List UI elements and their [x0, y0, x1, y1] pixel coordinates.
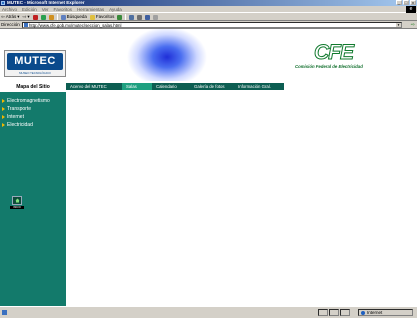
standard-toolbar: ⇦ Atrás ▾ ⇨ ▾ Búsqueda Favoritos — [0, 13, 417, 21]
house-icon — [15, 198, 20, 203]
nav-galeria[interactable]: Galería de fotos — [190, 83, 234, 90]
menu-archivo[interactable]: Archivo — [2, 6, 17, 13]
security-zone: Internet — [358, 309, 413, 316]
mutec-logo-subtitle: MUSEO TECNOLÓGICO — [19, 71, 51, 75]
status-pane — [318, 309, 328, 316]
sidebar-item-label: Transporte — [7, 106, 31, 112]
favorites-label: Favoritos — [95, 14, 115, 19]
address-input[interactable]: http://www.cfe.gob.mx/mutec/seccion_sala… — [22, 22, 402, 28]
home-icon[interactable] — [48, 14, 54, 20]
search-button[interactable]: Búsqueda — [60, 13, 87, 21]
ie-throbber-icon: e — [406, 6, 416, 13]
back-label: Atrás — [5, 14, 17, 19]
address-bar: Dirección http://www.cfe.gob.mx/mutec/se… — [0, 21, 417, 29]
cfe-logo: CFE Comisión Federal de Electricidad — [295, 41, 366, 70]
address-label: Dirección — [1, 22, 20, 27]
sidebar: Electromagnetismo Transporte Internet El… — [0, 92, 66, 306]
forward-button[interactable]: ⇨ ▾ — [23, 13, 30, 21]
nav-informacion[interactable]: Información Gral. — [234, 83, 284, 90]
go-button[interactable]: ⇨ — [411, 22, 415, 28]
back-arrow-icon: ⇦ — [1, 14, 5, 19]
globe-icon — [361, 310, 365, 315]
zone-label: Internet — [367, 310, 383, 315]
page-icon — [24, 23, 28, 27]
edit-icon[interactable] — [145, 14, 151, 20]
mail-icon[interactable] — [129, 14, 135, 20]
cfe-name: Comisión Federal de Electricidad — [295, 64, 363, 69]
sidebar-item-electromagnetismo[interactable]: Electromagnetismo — [2, 98, 50, 104]
favorites-icon — [89, 14, 95, 20]
address-dropdown-icon[interactable]: ▾ — [396, 23, 401, 27]
mutec-logo-text: MUTEC — [7, 53, 63, 70]
menu-bar: Archivo Edición Ver Favoritos Herramient… — [0, 6, 417, 13]
sidebar-item-transporte[interactable]: Transporte — [2, 106, 31, 112]
home-button[interactable] — [12, 196, 22, 205]
cfe-logo-letters: CFE — [314, 41, 355, 64]
maximize-button[interactable]: □ — [403, 0, 409, 5]
menu-favoritos[interactable]: Favoritos — [54, 6, 73, 13]
history-icon[interactable] — [117, 14, 123, 20]
arrow-right-icon — [2, 99, 5, 103]
discuss-icon[interactable] — [153, 14, 159, 20]
refresh-icon[interactable] — [40, 14, 46, 20]
page-status-icon — [2, 310, 7, 315]
arrow-right-icon — [2, 115, 5, 119]
back-button[interactable]: ⇦ Atrás ▾ — [1, 13, 20, 21]
menu-edicion[interactable]: Edición — [22, 6, 37, 13]
forward-arrow-icon: ⇨ — [22, 14, 27, 19]
status-panes — [318, 309, 350, 316]
sidebar-item-electricidad[interactable]: Electricidad — [2, 122, 33, 128]
sidebar-item-label: Electricidad — [7, 122, 33, 128]
chevron-down-icon: ▾ — [27, 14, 30, 19]
status-pane — [340, 309, 350, 316]
menu-ayuda[interactable]: Ayuda — [109, 6, 122, 13]
nav-salas[interactable]: Salas — [122, 83, 152, 90]
status-bar: Internet — [0, 306, 417, 318]
toolbar-separator — [125, 14, 127, 20]
search-icon — [60, 14, 66, 20]
print-icon[interactable] — [137, 14, 143, 20]
sidebar-item-internet[interactable]: Internet — [2, 114, 24, 120]
status-pane — [329, 309, 339, 316]
stop-icon[interactable] — [32, 14, 38, 20]
favorites-button[interactable]: Favoritos — [89, 13, 115, 21]
menu-ver[interactable]: Ver — [42, 6, 49, 13]
nav-acervo[interactable]: Acervo del MUTEC — [66, 83, 122, 90]
close-button[interactable]: x — [410, 0, 416, 5]
sidebar-item-label: Electromagnetismo — [7, 98, 50, 104]
menu-herramientas[interactable]: Herramientas — [77, 6, 104, 13]
site-map-title: Mapa del Sitio — [0, 83, 66, 92]
nav-calendario[interactable]: Calendario — [152, 83, 190, 90]
web-page: MUTEC MUSEO TECNOLÓGICO CFE Comisión Fed… — [0, 29, 417, 306]
arrow-right-icon — [2, 123, 5, 127]
ie-window-icon — [1, 1, 5, 5]
banner-graphic — [72, 29, 284, 81]
toolbar-separator — [56, 14, 58, 20]
mutec-logo[interactable]: MUTEC MUSEO TECNOLÓGICO — [4, 50, 66, 77]
arrow-right-icon — [2, 107, 5, 111]
search-label: Búsqueda — [66, 14, 87, 19]
home-label[interactable]: INICIO — [10, 206, 24, 209]
address-url: http://www.cfe.gob.mx/mutec/seccion_sala… — [29, 22, 122, 28]
chevron-down-icon: ▾ — [17, 14, 20, 19]
sidebar-item-label: Internet — [7, 114, 24, 120]
minimize-button[interactable]: _ — [396, 0, 402, 5]
window-controls: _ □ x — [396, 0, 416, 5]
section-nav: Acervo del MUTEC Salas Calendario Galerí… — [66, 83, 417, 90]
